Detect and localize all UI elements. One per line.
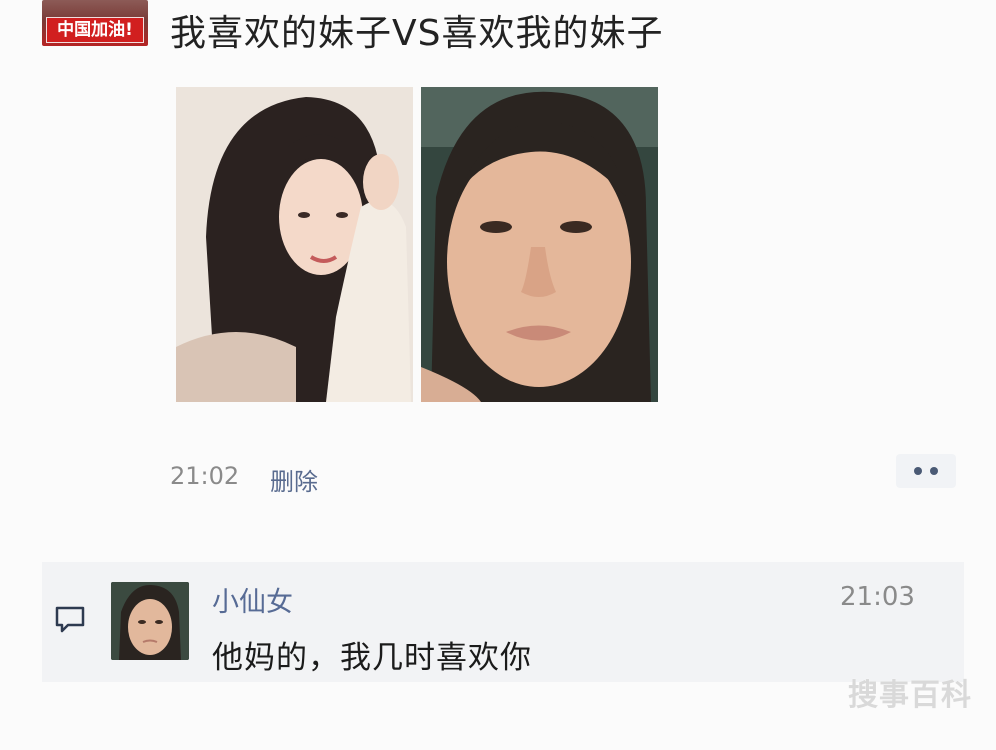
comment-bubble-icon [55, 606, 85, 633]
more-dots-icon[interactable] [896, 454, 956, 488]
post-image-1[interactable] [176, 87, 413, 402]
comment-section: 小仙女 21:03 他妈的，我几时喜欢你 [42, 562, 964, 682]
commenter-avatar[interactable] [111, 582, 189, 660]
woman-closeup-illustration [421, 87, 658, 402]
dot [914, 467, 922, 475]
comment-text: 他妈的，我几时喜欢你 [212, 640, 532, 676]
watermark-logo: 搜事百科 [848, 678, 972, 713]
commenter-name[interactable]: 小仙女 [212, 580, 293, 619]
post-author-avatar[interactable]: 中国加油! [42, 0, 148, 46]
delete-button[interactable]: 删除 [270, 462, 318, 497]
dot [930, 467, 938, 475]
avatar-badge-text: 中国加油! [46, 17, 144, 43]
comment-timestamp: 21:03 [840, 582, 915, 612]
post-title: 我喜欢的妹子VS喜欢我的妹子 [170, 13, 664, 54]
post-image-2[interactable] [421, 87, 658, 402]
post-timestamp: 21:02 [170, 462, 240, 490]
woman-portrait-illustration [176, 87, 413, 402]
commenter-face-illustration [111, 582, 189, 660]
